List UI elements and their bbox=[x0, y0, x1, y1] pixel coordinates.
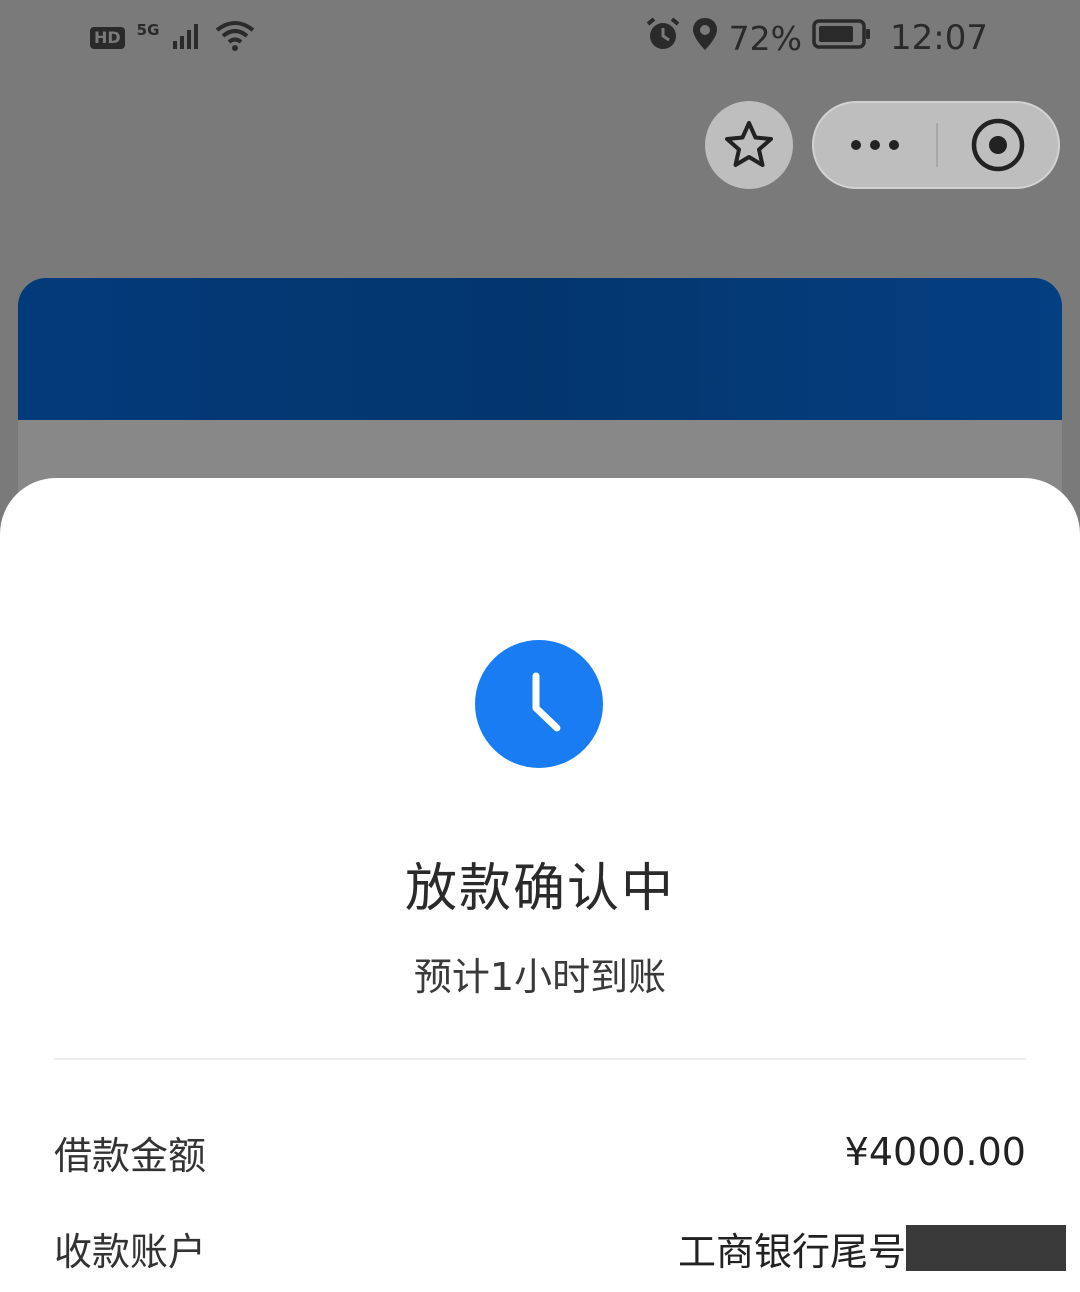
more-button[interactable] bbox=[814, 103, 936, 187]
capsule-menu bbox=[812, 101, 1060, 189]
favorite-button[interactable] bbox=[705, 101, 793, 189]
battery-icon bbox=[812, 18, 872, 59]
close-button[interactable] bbox=[938, 103, 1058, 187]
close-target-icon bbox=[971, 118, 1025, 172]
divider bbox=[54, 1058, 1026, 1060]
alarm-icon bbox=[645, 16, 681, 61]
signal-icon bbox=[171, 21, 201, 55]
bank-account-text: 工商银行尾号 bbox=[677, 1229, 906, 1274]
more-icon bbox=[851, 140, 861, 150]
network-type: 5G bbox=[136, 21, 160, 39]
star-icon bbox=[725, 121, 773, 167]
loan-amount-row: 借款金额 ¥4000.00 bbox=[54, 1122, 1066, 1182]
loan-amount-label: 借款金额 bbox=[54, 1133, 207, 1178]
app-screen: HD 5G 72% 12:07 放款确认中 预计1小时到账 借款金额 ¥4000… bbox=[0, 0, 1080, 1292]
wifi-icon bbox=[213, 18, 257, 58]
status-bar: HD 5G 72% 12:07 bbox=[0, 0, 1080, 80]
loan-amount-value: ¥4000.00 bbox=[844, 1130, 1026, 1174]
status-bar-left: HD 5G bbox=[90, 18, 257, 58]
clock-icon bbox=[475, 640, 603, 768]
status-subtitle: 预计1小时到账 bbox=[413, 955, 667, 999]
location-icon bbox=[691, 16, 719, 61]
receiving-account-row: 收款账户 工商银行尾号 bbox=[54, 1218, 1066, 1278]
hd-badge: HD bbox=[90, 27, 125, 49]
receiving-account-value: 工商银行尾号 bbox=[678, 1221, 1066, 1276]
blue-banner bbox=[18, 278, 1062, 420]
redacted-account-number bbox=[906, 1225, 1066, 1271]
status-title: 放款确认中 bbox=[404, 859, 675, 919]
loan-status-sheet: 放款确认中 预计1小时到账 借款金额 ¥4000.00 收款账户 工商银行尾号 bbox=[0, 478, 1080, 1292]
receiving-account-label: 收款账户 bbox=[54, 1229, 207, 1274]
clock-time: 12:07 bbox=[890, 18, 988, 58]
status-bar-right: 72% 12:07 bbox=[645, 16, 988, 60]
battery-percent: 72% bbox=[728, 18, 803, 58]
